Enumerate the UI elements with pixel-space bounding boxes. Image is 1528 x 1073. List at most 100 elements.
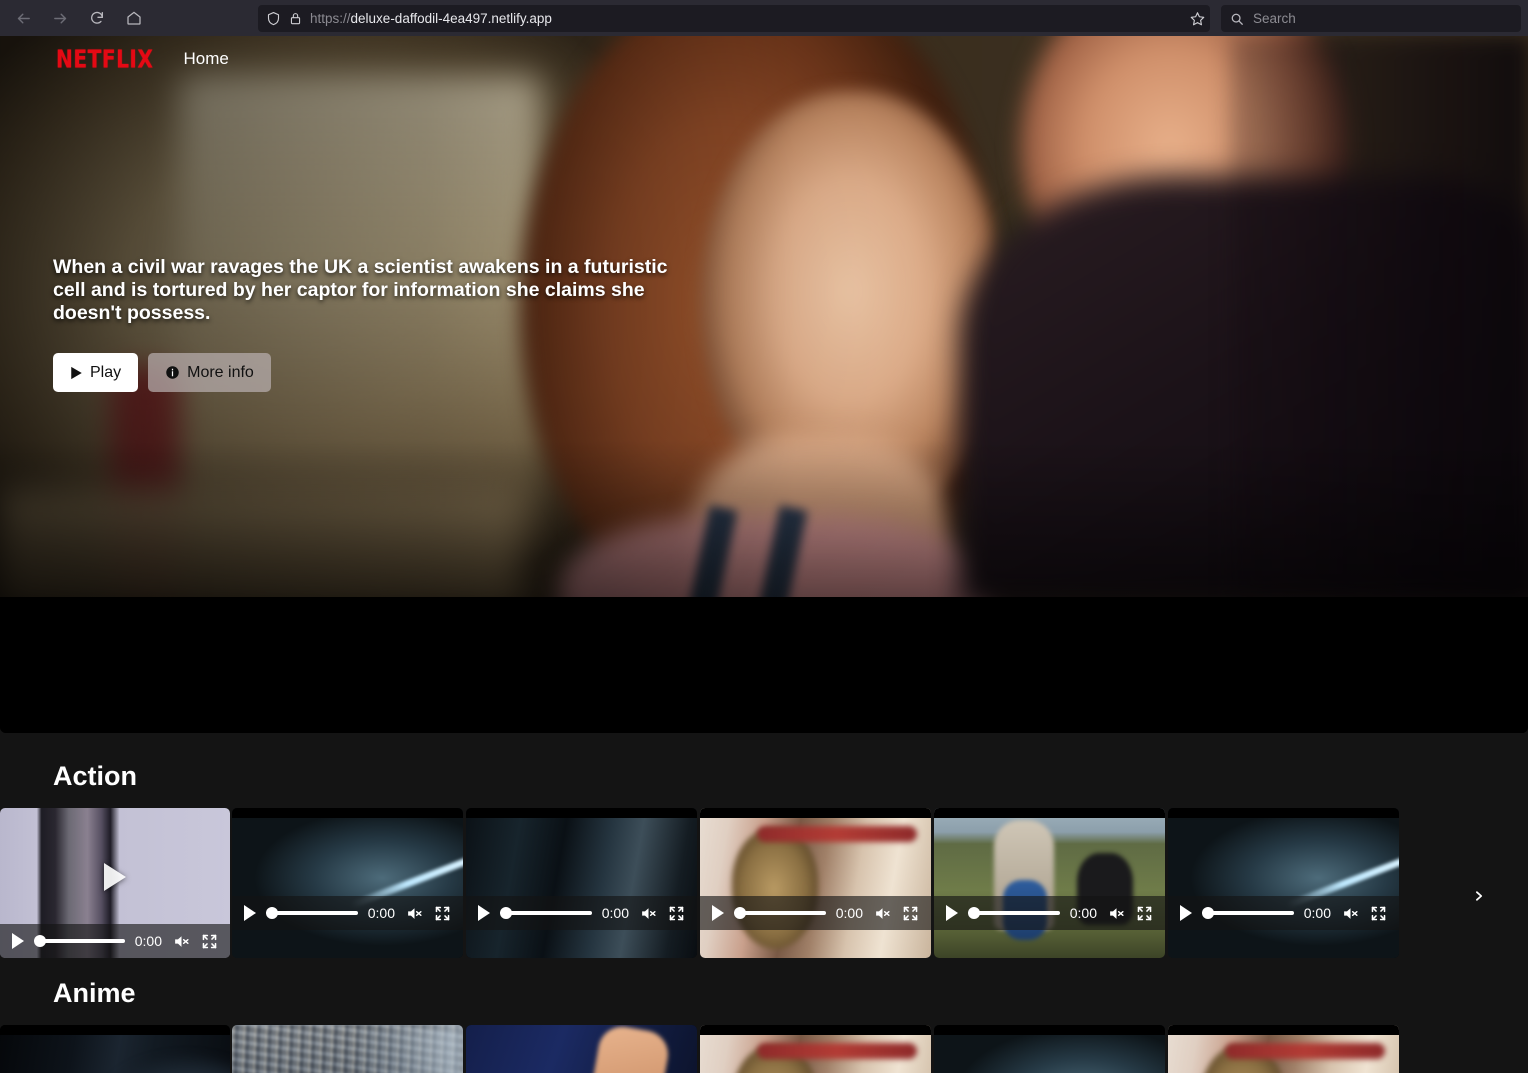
mute-icon[interactable] bbox=[172, 932, 190, 950]
video-card[interactable] bbox=[232, 1025, 463, 1073]
seek-slider[interactable] bbox=[734, 906, 826, 920]
bookmark-star-icon[interactable] bbox=[1184, 5, 1211, 32]
url-host: deluxe-daffodil-4ea497.netlify.app bbox=[350, 11, 552, 26]
seek-track bbox=[740, 911, 826, 915]
forward-button[interactable] bbox=[45, 3, 75, 33]
fullscreen-icon[interactable] bbox=[667, 904, 685, 922]
video-card[interactable]: 0:00 bbox=[466, 808, 697, 958]
seek-track bbox=[40, 939, 125, 943]
address-bar[interactable]: https://deluxe-daffodil-4ea497.netlify.a… bbox=[258, 5, 1210, 32]
video-card[interactable] bbox=[466, 1025, 697, 1073]
seek-thumb[interactable] bbox=[734, 907, 746, 919]
seek-track bbox=[974, 911, 1060, 915]
video-time: 0:00 bbox=[835, 905, 863, 921]
address-bar-text: https://deluxe-daffodil-4ea497.netlify.a… bbox=[310, 11, 1202, 26]
more-info-button[interactable]: More info bbox=[148, 353, 271, 392]
video-play-icon[interactable] bbox=[1180, 905, 1192, 921]
video-thumbnail bbox=[934, 808, 1165, 958]
seek-slider[interactable] bbox=[34, 934, 125, 948]
seek-thumb[interactable] bbox=[1202, 907, 1214, 919]
more-info-button-label: More info bbox=[187, 363, 254, 381]
seek-slider[interactable] bbox=[500, 906, 592, 920]
hero-banner: NETFLIX Home When a civil war ravages th… bbox=[0, 36, 1528, 733]
video-card[interactable] bbox=[700, 1025, 931, 1073]
browser-search-placeholder: Search bbox=[1253, 11, 1296, 26]
carousel-action: 0:00 0:00 0:00 0:00 0:00 0:00 bbox=[0, 808, 1528, 958]
video-play-icon[interactable] bbox=[712, 905, 724, 921]
video-controls: 0:00 bbox=[934, 896, 1165, 930]
mute-icon[interactable] bbox=[405, 904, 423, 922]
letterbox-bar bbox=[1168, 808, 1399, 818]
video-card[interactable]: 0:00 bbox=[232, 808, 463, 958]
info-circle-icon bbox=[165, 365, 180, 380]
seek-track bbox=[1208, 911, 1294, 915]
video-card[interactable]: 0:00 bbox=[700, 808, 931, 958]
letterbox-bar bbox=[232, 808, 463, 818]
seek-thumb[interactable] bbox=[34, 935, 46, 947]
seek-track bbox=[272, 911, 358, 915]
mute-icon[interactable] bbox=[1107, 904, 1125, 922]
play-button[interactable]: Play bbox=[53, 353, 139, 392]
video-play-icon[interactable] bbox=[244, 905, 256, 921]
site-navbar: NETFLIX Home bbox=[0, 36, 1528, 82]
video-thumbnail bbox=[466, 1025, 697, 1073]
carousel-anime bbox=[0, 1025, 1528, 1073]
video-card[interactable]: 0:00 bbox=[1168, 808, 1399, 958]
seek-slider[interactable] bbox=[1202, 906, 1294, 920]
video-play-icon[interactable] bbox=[12, 933, 24, 949]
mute-icon[interactable] bbox=[873, 904, 891, 922]
reload-button[interactable] bbox=[82, 3, 112, 33]
video-card[interactable]: 0:00 bbox=[934, 808, 1165, 958]
row-action: Action 0:00 0:00 0:00 0:00 0:00 0:00 bbox=[0, 761, 1528, 958]
letterbox-bar bbox=[934, 1025, 1165, 1035]
play-button-label: Play bbox=[90, 363, 122, 381]
url-scheme: https:// bbox=[310, 11, 351, 26]
mute-icon[interactable] bbox=[1341, 904, 1359, 922]
seek-slider[interactable] bbox=[968, 906, 1060, 920]
video-card[interactable] bbox=[1168, 1025, 1399, 1073]
fullscreen-icon[interactable] bbox=[1135, 904, 1153, 922]
letterbox-bar bbox=[700, 808, 931, 818]
letterbox-bar bbox=[700, 1025, 931, 1035]
hero-description: When a civil war ravages the UK a scient… bbox=[53, 256, 668, 324]
carousel-next-button[interactable] bbox=[1468, 886, 1488, 906]
letterbox-bar bbox=[1168, 1025, 1399, 1035]
row-title-action: Action bbox=[53, 761, 137, 791]
video-play-icon[interactable] bbox=[478, 905, 490, 921]
video-card[interactable] bbox=[0, 1025, 230, 1073]
browser-search-bar[interactable]: Search bbox=[1221, 5, 1521, 32]
back-button[interactable] bbox=[8, 3, 38, 33]
video-thumbnail bbox=[232, 808, 463, 958]
seek-track bbox=[506, 911, 592, 915]
video-thumbnail bbox=[232, 1025, 463, 1073]
video-controls: 0:00 bbox=[700, 896, 931, 930]
nav-item-home[interactable]: Home bbox=[183, 49, 228, 69]
video-thumbnail bbox=[1168, 808, 1399, 958]
video-thumbnail bbox=[700, 808, 931, 958]
letterbox-bar bbox=[0, 1025, 230, 1035]
browser-toolbar: https://deluxe-daffodil-4ea497.netlify.a… bbox=[0, 0, 1528, 36]
fullscreen-icon[interactable] bbox=[1369, 904, 1387, 922]
fullscreen-icon[interactable] bbox=[200, 932, 218, 950]
video-controls: 0:00 bbox=[466, 896, 697, 930]
netflix-logo[interactable]: NETFLIX bbox=[56, 45, 153, 73]
video-card[interactable]: 0:00 bbox=[0, 808, 230, 958]
video-thumbnail bbox=[466, 808, 697, 958]
fullscreen-icon[interactable] bbox=[433, 904, 451, 922]
search-icon bbox=[1230, 12, 1244, 26]
video-play-icon[interactable] bbox=[946, 905, 958, 921]
lock-icon bbox=[289, 12, 302, 25]
letterbox-bar bbox=[466, 808, 697, 818]
seek-thumb[interactable] bbox=[266, 907, 278, 919]
hero-content: When a civil war ravages the UK a scient… bbox=[53, 256, 693, 392]
center-play-icon[interactable] bbox=[104, 863, 126, 891]
hero-letterbox bbox=[0, 597, 1528, 733]
mute-icon[interactable] bbox=[639, 904, 657, 922]
home-button[interactable] bbox=[119, 3, 149, 33]
seek-thumb[interactable] bbox=[500, 907, 512, 919]
fullscreen-icon[interactable] bbox=[901, 904, 919, 922]
video-card[interactable] bbox=[934, 1025, 1165, 1073]
video-time: 0:00 bbox=[134, 933, 162, 949]
seek-thumb[interactable] bbox=[968, 907, 980, 919]
seek-slider[interactable] bbox=[266, 906, 358, 920]
